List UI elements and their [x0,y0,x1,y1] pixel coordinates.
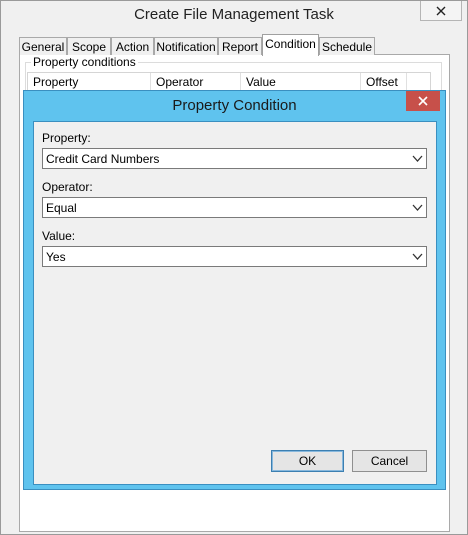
ok-button[interactable]: OK [271,450,344,472]
property-conditions-label: Property conditions [31,55,138,69]
tab-report[interactable]: Report [218,37,262,55]
dialog-close-button[interactable] [406,91,440,111]
cancel-button[interactable]: Cancel [352,450,427,472]
chevron-down-icon [412,155,423,162]
value-select-value: Yes [46,250,66,264]
column-header-property[interactable]: Property [28,73,151,91]
property-condition-dialog: Property Condition Property: Credit Card… [23,90,446,490]
property-select-value: Credit Card Numbers [46,152,160,166]
value-label: Value: [42,229,76,243]
tab-notification[interactable]: Notification [154,37,218,55]
chevron-down-icon [412,253,423,260]
dialog-body: Property: Credit Card Numbers Operator: … [33,121,437,485]
operator-select-value: Equal [46,201,77,215]
column-header-value[interactable]: Value [241,73,361,91]
chevron-down-icon [412,204,423,211]
column-header-operator[interactable]: Operator [151,73,241,91]
operator-select[interactable]: Equal [42,197,427,218]
close-icon [436,6,446,15]
tab-scope[interactable]: Scope [67,37,111,55]
property-select[interactable]: Credit Card Numbers [42,148,427,169]
dialog-title: Property Condition [172,97,297,114]
window-titlebar: Create File Management Task [1,1,467,33]
column-header-offset[interactable]: Offset [361,73,407,91]
value-select[interactable]: Yes [42,246,427,267]
tab-general[interactable]: General [19,37,67,55]
operator-label: Operator: [42,180,93,194]
tab-schedule[interactable]: Schedule [319,37,375,55]
window-title: Create File Management Task [134,6,334,23]
tab-action[interactable]: Action [111,37,154,55]
window-close-button[interactable] [420,1,462,21]
property-label: Property: [42,131,91,145]
conditions-list-header: Property Operator Value Offset [27,72,431,92]
tab-condition[interactable]: Condition [262,34,319,56]
close-icon [418,96,428,106]
